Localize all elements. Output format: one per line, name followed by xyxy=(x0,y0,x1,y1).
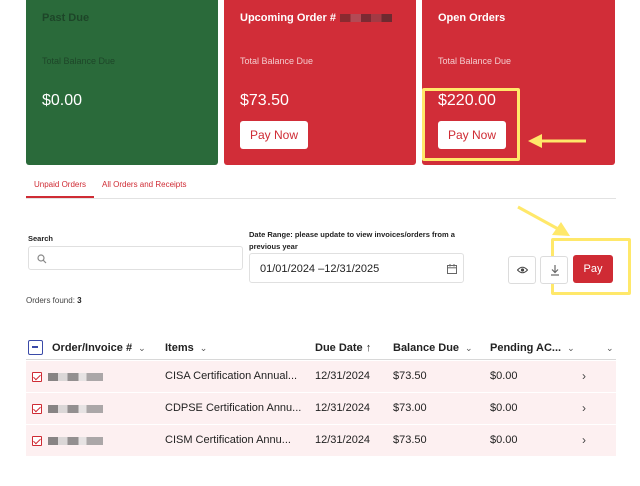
date-range-input[interactable]: 01/01/2024 –12/31/2025 xyxy=(249,253,464,283)
arrow-left-icon xyxy=(528,134,586,148)
chevron-down-icon[interactable]: ⌄ xyxy=(465,343,473,353)
chevron-right-icon[interactable]: › xyxy=(582,369,586,383)
chevron-right-icon[interactable]: › xyxy=(582,433,586,447)
tab-all-orders-and-receipts[interactable]: All Orders and Receipts xyxy=(102,180,186,189)
row-items: CISM Certification Annu... xyxy=(165,434,291,446)
past-due-card: Past Due Total Balance Due $0.00 xyxy=(26,0,218,165)
date-range-label: Date Range: please update to view invoic… xyxy=(249,230,455,251)
column-order-invoice[interactable]: Order/Invoice # ⌄ xyxy=(52,342,146,354)
column-pending-ach[interactable]: Pending AC... ⌄ xyxy=(490,342,575,354)
row-items: CISA Certification Annual... xyxy=(165,370,298,382)
date-range-value: 01/01/2024 –12/31/2025 xyxy=(260,263,380,275)
pay-button[interactable]: Pay xyxy=(573,255,613,283)
row-pending-ach: $0.00 xyxy=(490,370,518,382)
column-balance-due-label: Balance Due xyxy=(393,342,460,354)
redacted-order-number xyxy=(48,373,103,381)
open-orders-subtitle: Total Balance Due xyxy=(438,56,512,66)
tabs-divider xyxy=(26,198,616,199)
calendar-icon[interactable] xyxy=(447,264,457,274)
column-items[interactable]: Items ⌄ xyxy=(165,342,207,354)
row-balance-due: $73.50 xyxy=(393,370,427,382)
table-row[interactable]: CDPSE Certification Annu... 12/31/2024 $… xyxy=(26,393,616,425)
upcoming-pay-now-button[interactable]: Pay Now xyxy=(240,121,308,149)
view-button[interactable] xyxy=(508,256,536,284)
orders-table-header: Order/Invoice # ⌄ Items ⌄ Due Date ↑ Balan… xyxy=(26,338,616,360)
column-due-date-label: Due Date ↑ xyxy=(315,342,372,354)
orders-found-count: 3 xyxy=(77,296,82,305)
search-icon xyxy=(37,254,47,264)
past-due-subtitle: Total Balance Due xyxy=(42,56,116,66)
row-checkbox[interactable] xyxy=(32,404,42,414)
row-due-date: 12/31/2024 xyxy=(315,402,371,414)
redacted-order-number xyxy=(48,437,103,445)
column-pending-ach-label: Pending AC... xyxy=(490,342,562,354)
row-pending-ach: $0.00 xyxy=(490,434,518,446)
search-input[interactable] xyxy=(51,250,236,266)
table-row[interactable]: CISM Certification Annu... 12/31/2024 $7… xyxy=(26,425,616,457)
search-label: Search xyxy=(28,234,54,243)
column-items-label: Items xyxy=(165,342,194,354)
column-due-date[interactable]: Due Date ↑ xyxy=(315,342,371,354)
highlight-open-orders-box xyxy=(422,88,520,161)
download-button[interactable] xyxy=(540,256,568,284)
chevron-down-icon[interactable]: ⌄ xyxy=(200,343,208,353)
eye-icon xyxy=(517,266,528,274)
redacted-order-number xyxy=(339,14,392,23)
row-balance-due: $73.50 xyxy=(393,434,427,446)
row-checkbox[interactable] xyxy=(32,436,42,446)
download-icon xyxy=(551,265,559,276)
row-due-date: 12/31/2024 xyxy=(315,434,371,446)
upcoming-order-subtitle: Total Balance Due xyxy=(240,56,314,66)
search-field xyxy=(28,246,243,270)
upcoming-order-card: Upcoming Order # Total Balance Due $73.5… xyxy=(224,0,416,165)
orders-found: Orders found: 3 xyxy=(26,296,82,305)
row-due-date: 12/31/2024 xyxy=(315,370,371,382)
column-order-invoice-label: Order/Invoice # xyxy=(52,342,133,354)
arrow-down-right-icon xyxy=(517,205,570,236)
chevron-right-icon[interactable]: › xyxy=(582,401,586,415)
upcoming-order-title: Upcoming Order # xyxy=(240,12,392,24)
past-due-amount: $0.00 xyxy=(42,92,83,109)
past-due-title: Past Due xyxy=(42,12,90,24)
open-orders-title: Open Orders xyxy=(438,12,506,24)
row-items: CDPSE Certification Annu... xyxy=(165,402,302,414)
upcoming-order-amount: $73.50 xyxy=(240,92,289,109)
column-options[interactable]: ⌄ xyxy=(600,342,614,354)
column-balance-due[interactable]: Balance Due ⌄ xyxy=(393,342,473,354)
chevron-down-icon[interactable]: ⌄ xyxy=(567,343,575,353)
row-balance-due: $73.00 xyxy=(393,402,427,414)
row-pending-ach: $0.00 xyxy=(490,402,518,414)
select-all-checkbox[interactable] xyxy=(28,340,43,355)
tab-unpaid-orders[interactable]: Unpaid Orders xyxy=(34,180,86,189)
redacted-order-number xyxy=(48,405,103,413)
chevron-down-icon[interactable]: ⌄ xyxy=(138,343,146,353)
row-checkbox[interactable] xyxy=(32,372,42,382)
upcoming-order-title-text: Upcoming Order # xyxy=(240,12,336,24)
chevron-down-icon[interactable]: ⌄ xyxy=(606,343,614,353)
orders-found-label: Orders found: xyxy=(26,296,75,305)
table-row[interactable]: CISA Certification Annual... 12/31/2024 … xyxy=(26,361,616,393)
